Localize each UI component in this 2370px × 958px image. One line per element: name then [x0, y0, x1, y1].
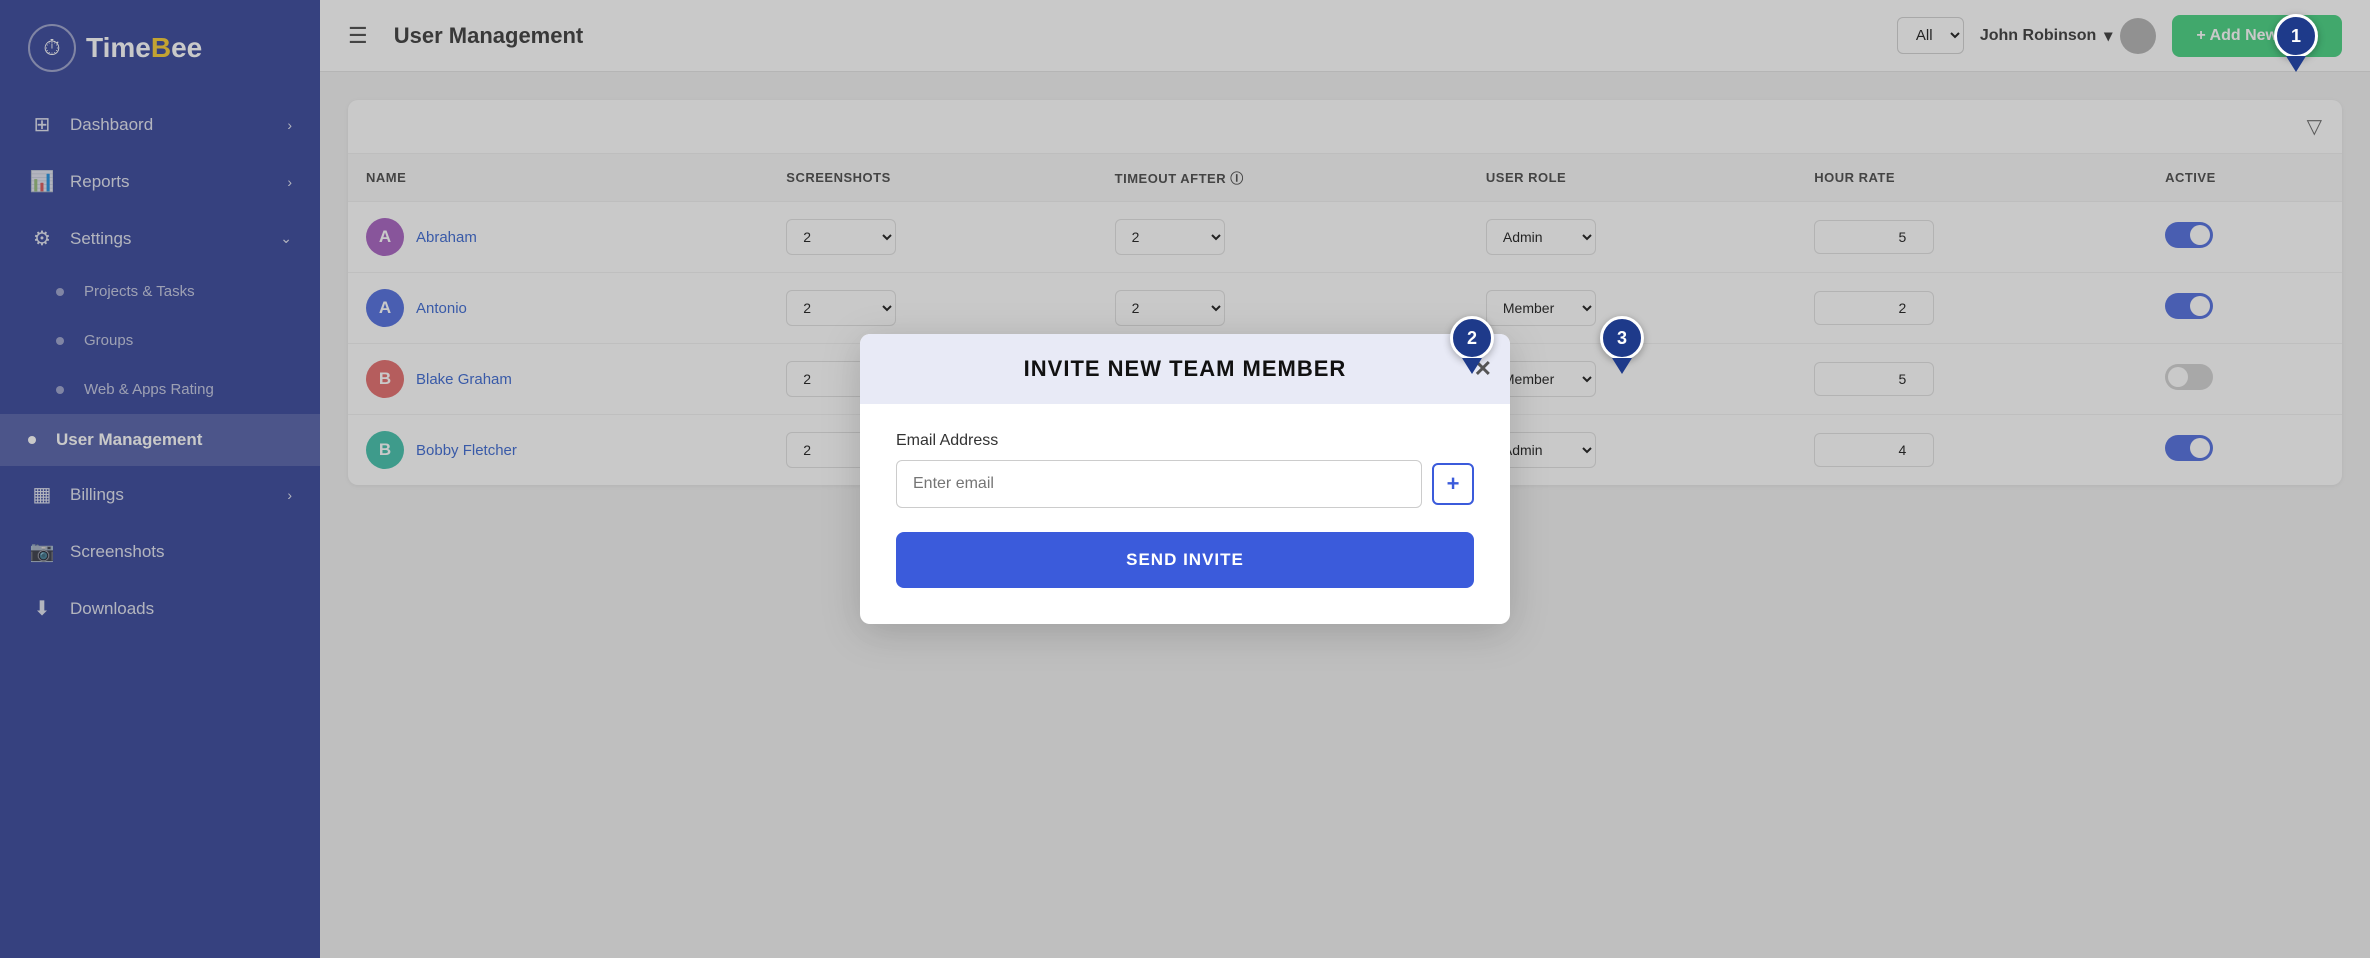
modal-overlay: 2 3 INVITE NEW TEAM MEMBER ✕ Email Addre…: [320, 0, 2370, 958]
modal-title: INVITE NEW TEAM MEMBER: [1024, 356, 1347, 381]
pin-1-circle: 1: [2274, 14, 2318, 58]
pin-1: 1: [2274, 14, 2318, 72]
pin-1-tail: [2286, 56, 2306, 72]
pin-2: 2: [1450, 316, 1494, 374]
pin-2-circle: 2: [1450, 316, 1494, 360]
pin-3-tail: [1612, 358, 1632, 374]
modal-body: Email Address +: [860, 404, 1510, 508]
pin-3: 3: [1600, 316, 1644, 374]
add-email-button[interactable]: +: [1432, 463, 1474, 505]
invite-modal: 2 3 INVITE NEW TEAM MEMBER ✕ Email Addre…: [860, 334, 1510, 624]
pin-2-tail: [1462, 358, 1482, 374]
email-row: +: [896, 460, 1474, 508]
email-input[interactable]: [896, 460, 1422, 508]
send-invite-button[interactable]: SEND INVITE: [896, 532, 1474, 588]
email-label: Email Address: [896, 432, 1474, 450]
modal-header: INVITE NEW TEAM MEMBER ✕: [860, 334, 1510, 404]
pin-3-circle: 3: [1600, 316, 1644, 360]
main-content: ☰ User Management All John Robinson ▾ + …: [320, 0, 2370, 958]
